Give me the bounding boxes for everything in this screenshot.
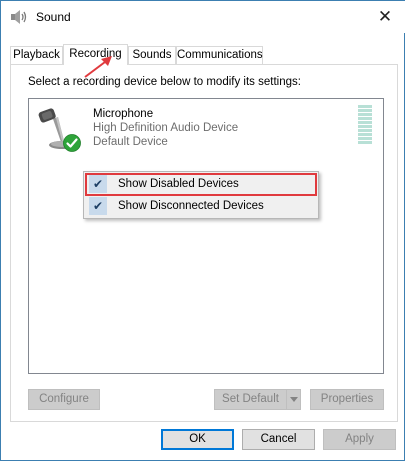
level-bar [358,133,372,136]
tab-sounds[interactable]: Sounds [128,46,176,64]
checkmark-icon: ✔ [89,197,107,215]
menu-item-show-disconnected-devices[interactable]: ✔ Show Disconnected Devices [86,196,316,217]
device-status: Default Device [93,136,168,148]
menu-item-label: Show Disconnected Devices [118,200,264,212]
menu-item-label: Show Disabled Devices [118,178,239,190]
apply-button[interactable]: Apply [323,429,396,450]
level-bar [358,137,372,140]
annotation-arrow-icon [84,56,112,78]
device-name: Microphone [93,108,154,120]
device-description: High Definition Audio Device [93,122,239,134]
speaker-icon [11,10,27,24]
level-bar [358,125,372,128]
set-default-button[interactable]: Set Default [214,389,287,410]
cancel-button[interactable]: Cancel [242,429,315,450]
chevron-down-icon [290,397,298,402]
level-bar [358,129,372,132]
set-default-dropdown[interactable] [286,389,301,410]
tab-playback[interactable]: Playback [10,46,63,64]
green-check-icon [63,134,81,152]
properties-button[interactable]: Properties [310,389,384,410]
instruction-text: Select a recording device below to modif… [28,76,301,88]
window-title: Sound [36,10,71,24]
close-icon[interactable]: ✕ [374,6,396,28]
level-bar [358,105,372,108]
title-bar[interactable]: Sound ✕ [1,1,406,33]
tab-communications[interactable]: Communications [176,46,263,64]
device-list[interactable]: Microphone High Definition Audio Device … [28,98,384,374]
context-menu: ✔ Show Disabled Devices ✔ Show Disconnec… [83,171,319,219]
checkmark-icon: ✔ [89,175,107,193]
level-meter [358,105,372,147]
configure-button[interactable]: Configure [28,389,100,410]
sound-dialog: Sound ✕ Playback Recording Sounds Commun… [0,0,406,461]
level-bar [358,113,372,116]
level-bar [358,121,372,124]
level-bar [358,141,372,144]
menu-item-show-disabled-devices[interactable]: ✔ Show Disabled Devices [85,173,317,196]
level-bar [358,117,372,120]
level-bar [358,109,372,112]
ok-button[interactable]: OK [161,429,234,450]
